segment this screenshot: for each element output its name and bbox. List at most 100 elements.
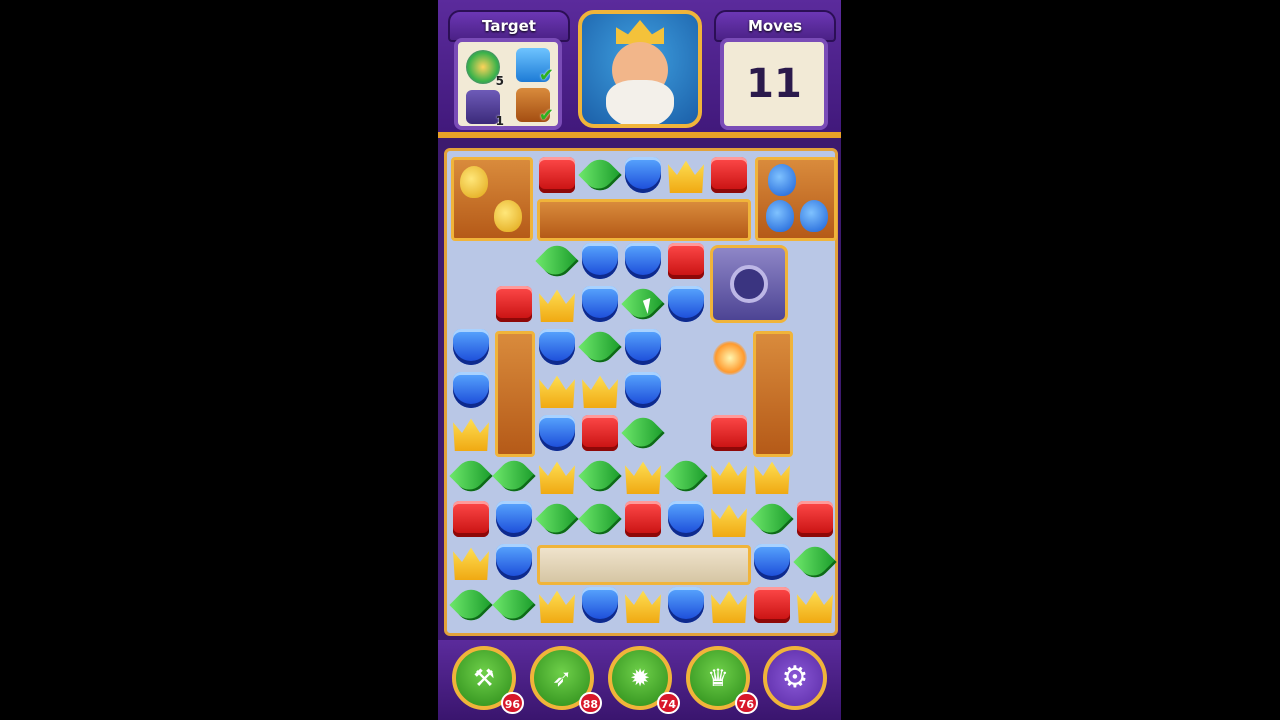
booster-jester[interactable]: ♛ 76 [686, 646, 758, 714]
board-cell[interactable] [578, 454, 622, 498]
board-cell[interactable] [578, 153, 622, 197]
board-cell[interactable] [622, 240, 665, 283]
board-cell[interactable] [536, 283, 579, 326]
blue-gem-icon [539, 329, 575, 365]
board-cell[interactable] [492, 583, 536, 627]
board-cell[interactable] [579, 240, 622, 283]
crown-gem-icon [539, 289, 575, 322]
board-cell[interactable] [622, 154, 665, 197]
blue-gem-icon [625, 157, 661, 193]
wood-plank [537, 199, 751, 241]
blue-gem-icon [754, 544, 790, 580]
settings-button[interactable]: ⚙ [763, 646, 827, 710]
green-gem-icon [578, 153, 622, 197]
board-cell[interactable] [536, 455, 579, 498]
board-cell[interactable] [622, 498, 665, 541]
green-gem-icon [793, 540, 837, 584]
crown-gem-icon [711, 461, 747, 494]
board-cell[interactable] [536, 154, 579, 197]
jar-target-icon: 5 [466, 50, 504, 88]
board-cell[interactable] [622, 455, 665, 498]
jar-crate [451, 157, 533, 241]
stone-slab [537, 545, 751, 585]
board-cell[interactable] [493, 283, 536, 326]
crown-gem-icon [539, 461, 575, 494]
board-cell[interactable] [535, 497, 579, 541]
red-gem-icon [754, 587, 790, 623]
green-gem-icon [535, 497, 579, 541]
board-cell[interactable] [578, 497, 622, 541]
crown-gem-icon [668, 160, 704, 193]
board-cell[interactable] [578, 325, 622, 369]
board-cell[interactable] [450, 412, 493, 455]
red-gem-icon [625, 501, 661, 537]
board-cell[interactable] [794, 584, 837, 627]
board-cell[interactable] [665, 584, 708, 627]
box-target-icon: 1 [466, 90, 504, 128]
board-cell[interactable] [708, 412, 751, 455]
check-icon: ✔ [538, 105, 554, 126]
board-cell[interactable] [536, 326, 579, 369]
board-cell[interactable] [751, 541, 794, 584]
board-cell[interactable] [450, 369, 493, 412]
game-board[interactable] [444, 148, 838, 636]
target-count: 1 [495, 114, 504, 128]
board-cell[interactable] [536, 369, 579, 412]
board-cell[interactable] [750, 497, 794, 541]
blue-gem-icon [668, 286, 704, 322]
board-cell[interactable] [751, 584, 794, 627]
board-cell[interactable] [708, 154, 751, 197]
board-cell[interactable] [450, 498, 493, 541]
booster-arrow[interactable]: ➶ 88 [530, 646, 602, 714]
blue-gem-icon [539, 415, 575, 451]
green-gem-icon [621, 282, 665, 326]
board-cell[interactable] [449, 583, 493, 627]
board-cell[interactable] [536, 412, 579, 455]
board-cell[interactable] [621, 411, 665, 455]
safe-obstacle [710, 245, 788, 323]
board-cell[interactable] [579, 412, 622, 455]
arrow-icon: ➶ [551, 664, 573, 692]
green-gem-icon [578, 497, 622, 541]
board-cell[interactable] [536, 584, 579, 627]
board-cell[interactable] [665, 498, 708, 541]
crown-gem-icon [625, 590, 661, 623]
moves-counter: 11 [720, 38, 828, 130]
board-cell[interactable] [708, 455, 751, 498]
booster-cannon[interactable]: ✹ 74 [608, 646, 680, 714]
booster-count: 76 [734, 692, 758, 714]
board-cell[interactable] [622, 584, 665, 627]
board-cell[interactable] [751, 455, 794, 498]
board-cell[interactable] [794, 498, 837, 541]
board-cell[interactable] [450, 541, 493, 584]
board-cell[interactable] [535, 239, 579, 283]
blue-gem-icon [625, 243, 661, 279]
board-cell[interactable] [492, 454, 536, 498]
jar-crate [755, 157, 837, 241]
booster-bar: ⚒ 96 ➶ 88 ✹ 74 ♛ 76 ⚙ [438, 640, 841, 720]
board-cell[interactable] [450, 326, 493, 369]
board-cell[interactable] [579, 369, 622, 412]
board-cell[interactable] [449, 454, 493, 498]
king-portrait [578, 10, 702, 128]
board-cell[interactable] [664, 454, 708, 498]
booster-hammer[interactable]: ⚒ 96 [452, 646, 524, 714]
board-cell[interactable] [793, 540, 837, 584]
board-cell[interactable] [622, 369, 665, 412]
board-cell[interactable] [622, 326, 665, 369]
board-cell[interactable] [665, 154, 708, 197]
board-cell[interactable] [665, 283, 708, 326]
board-cell[interactable] [708, 498, 751, 541]
board-cell[interactable] [708, 584, 751, 627]
board-cell[interactable] [493, 541, 536, 584]
board-cell[interactable] [579, 584, 622, 627]
board-cell[interactable] [579, 283, 622, 326]
gold-jar-icon [494, 200, 522, 232]
crown-gem-icon [711, 590, 747, 623]
board-cell[interactable] [665, 240, 708, 283]
blue-gem-icon [582, 587, 618, 623]
crown-gem-icon [625, 461, 661, 494]
green-gem-icon [449, 583, 493, 627]
board-cell[interactable] [493, 498, 536, 541]
red-gem-icon [582, 415, 618, 451]
